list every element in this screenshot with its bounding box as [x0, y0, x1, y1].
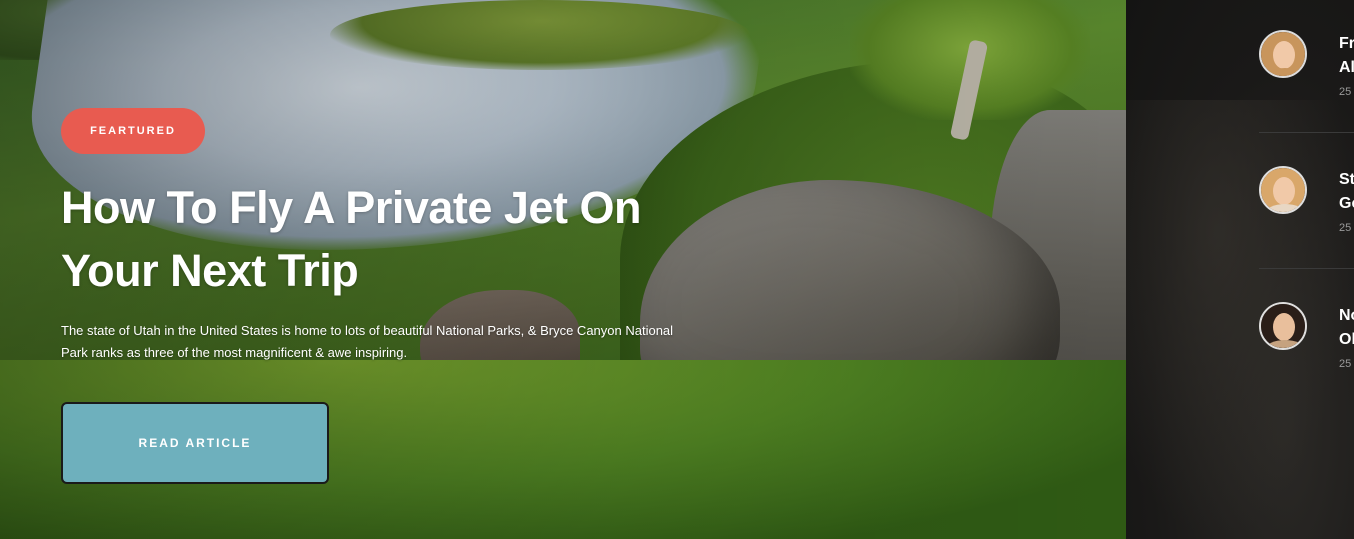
hero-image: FEARTURED How To Fly A Private Jet On Yo… — [0, 0, 1126, 539]
post-date: 25 — [1339, 86, 1352, 98]
post-title-line: Ge — [1339, 195, 1354, 212]
post-title[interactable]: Fr Al — [1339, 32, 1354, 80]
post-title-line: No — [1339, 307, 1354, 324]
avatar-face — [1273, 177, 1295, 205]
post-date: 25 — [1339, 222, 1352, 234]
avatar-face — [1273, 41, 1295, 69]
read-article-button[interactable]: READ ARTICLE — [61, 402, 329, 484]
sidebar-post[interactable]: St Ge 25 — [1259, 136, 1354, 272]
post-title-line: St — [1339, 171, 1354, 188]
post-title[interactable]: No Ol — [1339, 304, 1354, 352]
post-title-line: Fr — [1339, 35, 1354, 52]
sidebar-post[interactable]: No Ol 25 — [1259, 272, 1354, 408]
hero-title[interactable]: How To Fly A Private Jet On Your Next Tr… — [61, 176, 741, 302]
post-divider — [1259, 132, 1354, 133]
post-title[interactable]: St Ge — [1339, 168, 1354, 216]
post-title-line: Al — [1339, 59, 1354, 76]
post-date: 25 — [1339, 358, 1352, 370]
sidebar-post[interactable]: Fr Al 25 — [1259, 0, 1354, 136]
author-avatar[interactable] — [1259, 302, 1307, 350]
author-avatar[interactable] — [1259, 30, 1307, 78]
featured-badge[interactable]: FEARTURED — [61, 108, 205, 154]
post-title-line: Ol — [1339, 331, 1354, 348]
avatar-face — [1273, 313, 1295, 341]
hero-excerpt: The state of Utah in the United States i… — [61, 323, 674, 360]
post-divider — [1259, 268, 1354, 269]
author-avatar[interactable] — [1259, 166, 1307, 214]
recent-posts-sidebar: Fr Al 25 St Ge 25 No Ol 25 — [1126, 0, 1354, 539]
